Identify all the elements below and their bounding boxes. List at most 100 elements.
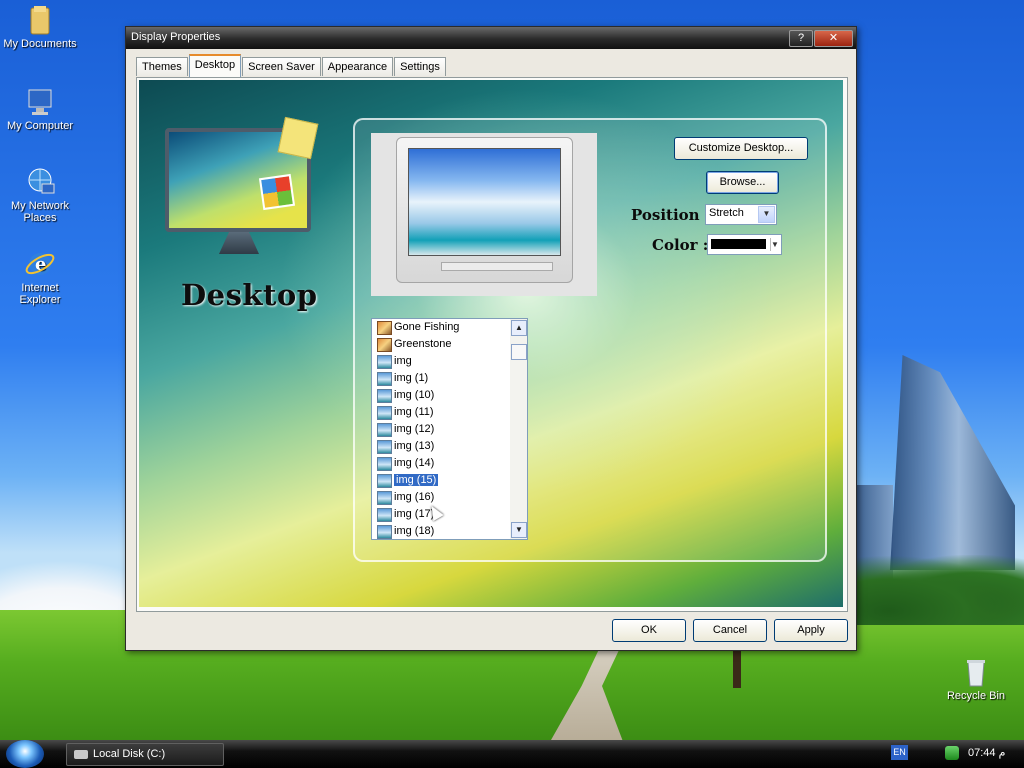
network-globe-icon [24,166,56,198]
image-icon [377,491,392,505]
windows-logo-icon [258,173,296,211]
close-button[interactable]: ✕ [814,30,853,47]
taskbar-button-local-disk[interactable]: Local Disk (C:) [66,743,224,766]
background-list-item-label: Greenstone [394,338,452,350]
background-list-item[interactable]: img (15) [372,472,510,489]
help-button[interactable]: ? [789,30,813,47]
tab-desktop[interactable]: Desktop [188,54,242,77]
ok-button[interactable]: OK [612,619,686,642]
background-list-item-label: img (13) [394,440,435,452]
background-list-item-label: img (12) [394,423,435,435]
tab-themes[interactable]: Themes [136,57,188,76]
image-icon [377,355,392,369]
title-bar[interactable]: Display Properties ? ✕ [126,27,856,49]
background-list-item[interactable]: Gone Fishing [372,319,510,336]
clock[interactable]: 07:44 م [968,746,1005,759]
computer-icon [24,86,56,118]
image-icon [377,406,392,420]
background-list-item[interactable]: img (14) [372,455,510,472]
page-heading: Desktop [181,278,318,312]
image-icon [377,423,392,437]
background-list-item[interactable]: img [372,353,510,370]
tab-screen-saver[interactable]: Screen Saver [242,57,321,76]
desktop-tab-panel: Desktop Customize Desktop... Browse... P… [136,77,848,612]
internet-explorer-icon: e [24,248,56,280]
desktop-icon-label: My Network Places [10,200,70,224]
desktop-icon-my-computer[interactable]: My Computer [0,86,80,132]
apply-button[interactable]: Apply [774,619,848,642]
background-list-item-label: img (18) [394,525,435,537]
wallpaper-tree [733,648,741,688]
background-list-item[interactable]: img (10) [372,387,510,404]
wallpaper-preview [371,133,597,296]
display-properties-window: Display Properties ? ✕ Themes Desktop Sc… [125,26,857,651]
desktop-icon-recycle-bin[interactable]: Recycle Bin [936,656,1016,702]
background-list-item-label: img [394,355,412,367]
wallpaper-skyscraper [890,355,1015,570]
image-warm-icon [377,338,392,352]
background-list-item-label: img (10) [394,389,435,401]
taskbar-button-label: Local Disk (C:) [93,748,166,760]
chevron-down-icon[interactable]: ▼ [758,206,775,223]
background-list-item-label: img (11) [394,406,434,418]
background-list-item[interactable]: img (11) [372,404,510,421]
image-icon [377,389,392,403]
taskbar: Local Disk (C:) EN 07:44 م [0,740,1024,768]
window-title: Display Properties [131,31,221,43]
scroll-thumb[interactable] [511,344,527,360]
background-list-item[interactable]: img (13) [372,438,510,455]
sticky-note-icon [277,116,319,160]
language-indicator[interactable]: EN [891,745,908,760]
desktop-icon-network-places[interactable]: My Network Places [0,166,80,224]
start-button[interactable] [6,740,44,768]
monitor-stand [219,232,259,254]
background-list-item-label: Gone Fishing [394,321,460,333]
desktop-icon-my-documents[interactable]: My Documents [0,4,80,50]
image-warm-icon [377,321,392,335]
monitor-illustration-icon [159,116,319,260]
drive-icon [74,750,88,759]
scroll-down-arrow-icon[interactable]: ▼ [511,522,527,538]
image-icon [377,474,392,488]
browse-button[interactable]: Browse... [706,171,779,194]
chevron-down-icon: ▼ [770,238,779,251]
background-listbox[interactable]: Gone Fishing Greenstone img img (1) img (10)… [371,318,528,540]
background-list-item-label: img (16) [394,491,435,503]
preview-monitor-base [441,262,553,271]
background-list-item[interactable]: img (16) [372,489,510,506]
preview-image [408,148,561,256]
scroll-up-arrow-icon[interactable]: ▲ [511,320,527,336]
desktop-icon-label: My Documents [3,38,77,50]
background-list-item[interactable]: img (18) [372,523,510,539]
tab-strip: Themes Desktop Screen Saver Appearance S… [136,54,447,77]
recycle-bin-icon [960,656,992,688]
background-list-item[interactable]: img (12) [372,421,510,438]
tab-appearance[interactable]: Appearance [321,57,394,76]
image-icon [377,440,392,454]
position-dropdown[interactable]: Stretch ▼ [705,204,777,225]
customize-desktop-button[interactable]: Customize Desktop... [674,137,808,160]
cancel-button[interactable]: Cancel [693,619,767,642]
background-list-item-label: img (1) [394,372,429,384]
color-swatch [711,239,766,249]
desktop-icon-label: Recycle Bin [946,690,1006,702]
desktop-icon-label: My Computer [6,120,74,132]
background-list-item-label: img (15) [394,474,439,486]
position-value: Stretch [709,207,744,219]
image-icon [377,372,392,386]
tray-security-icon[interactable] [945,746,959,760]
background-list-item[interactable]: img (1) [372,370,510,387]
panel-background: Desktop Customize Desktop... Browse... P… [139,80,843,607]
list-scrollbar[interactable]: ▲ ▼ [510,319,527,539]
image-icon [377,525,392,539]
background-list-item[interactable]: Greenstone [372,336,510,353]
background-list-item-label: img (14) [394,457,435,469]
image-icon [377,508,392,522]
tab-settings[interactable]: Settings [394,57,446,76]
desktop-icon-internet-explorer[interactable]: e Internet Explorer [0,248,80,306]
folder-icon [24,4,56,36]
color-picker-button[interactable]: ▼ [707,234,782,255]
position-label: Position : [631,206,711,224]
color-label: Color : [652,236,709,254]
preview-monitor-icon [396,137,573,283]
